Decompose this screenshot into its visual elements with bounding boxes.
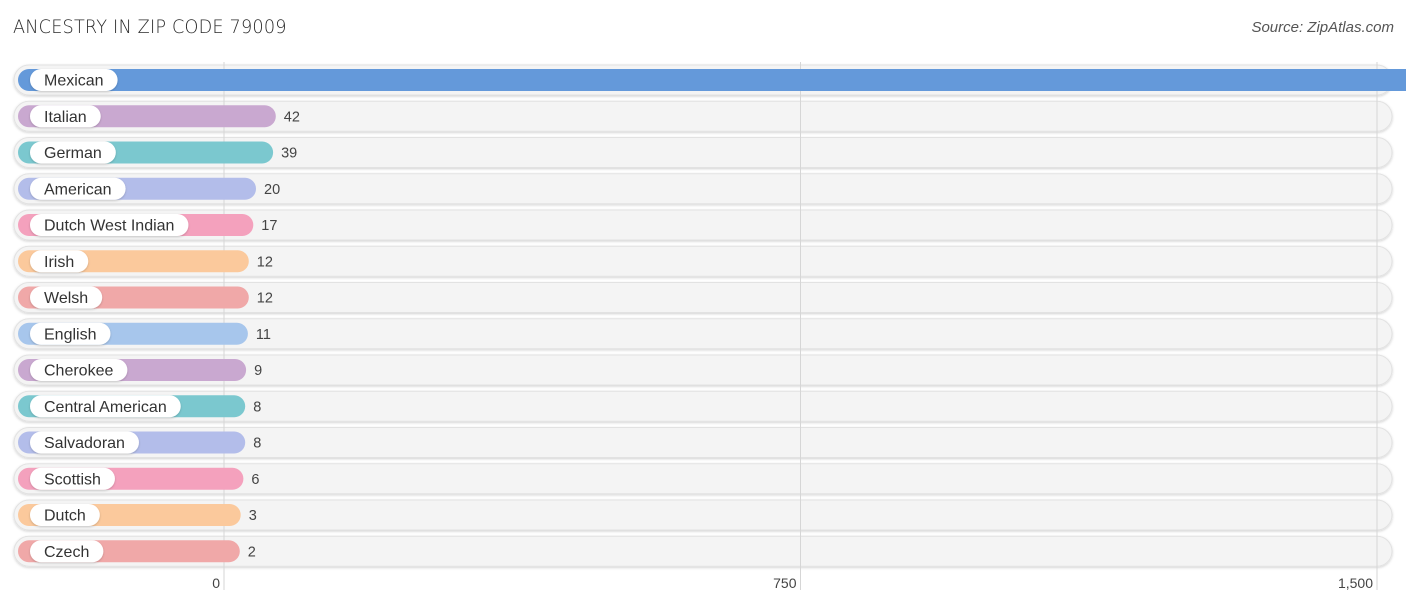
category-label: Cherokee <box>44 363 113 380</box>
value-label: 3 <box>249 508 257 524</box>
category-label: Central American <box>44 399 167 416</box>
category-label: Czech <box>44 544 89 561</box>
bar-row: German 39 <box>18 141 297 164</box>
bar-row: Mexican1,411 <box>18 69 1406 91</box>
category-label: Salvadoran <box>44 435 125 452</box>
category-label: German <box>44 145 102 162</box>
bar-row: Salvadoran 8 <box>18 431 261 454</box>
category-label: English <box>44 326 96 343</box>
bar-row: Welsh 12 <box>18 286 273 309</box>
bar-row: Czech 2 <box>18 540 256 563</box>
bar-row: English 11 <box>18 322 271 345</box>
value-label: 12 <box>257 254 273 270</box>
x-tick-label: 750 <box>773 575 797 591</box>
value-label: 9 <box>254 363 262 379</box>
value-label: 6 <box>251 472 259 488</box>
bar-row: Central American 8 <box>18 395 261 418</box>
category-label: Dutch West Indian <box>44 218 174 235</box>
value-label: 11 <box>256 327 271 343</box>
bar-row: Dutch West Indian 17 <box>18 214 277 236</box>
bar-chart: Mexican1,411Italian42German39American20D… <box>13 62 1406 591</box>
x-tick-label: 0 <box>212 575 220 591</box>
value-label: 39 <box>281 146 297 162</box>
bar-row: Italian 42 <box>18 105 300 128</box>
value-label: 20 <box>264 182 280 198</box>
x-tick-label: 1,500 <box>1338 575 1373 591</box>
value-label: 42 <box>284 109 300 125</box>
bar-row: Cherokee 9 <box>18 359 262 381</box>
value-label: 8 <box>253 399 261 415</box>
category-label: Irish <box>44 254 74 271</box>
value-label: 12 <box>257 291 273 307</box>
category-label: Mexican <box>44 73 104 90</box>
value-label: 17 <box>261 218 277 234</box>
bar-row: American 20 <box>18 177 280 200</box>
category-label: Dutch <box>44 508 86 525</box>
category-label: Welsh <box>44 290 88 307</box>
bar-row: Dutch 3 <box>18 504 257 526</box>
value-label: 8 <box>253 436 261 452</box>
value-label: 2 <box>248 544 256 560</box>
bar[interactable] <box>18 69 1406 91</box>
category-label: Scottish <box>44 471 101 488</box>
bar-row: Scottish 6 <box>18 467 259 490</box>
category-label: Italian <box>44 109 87 126</box>
bar-row: Irish 12 <box>18 250 273 273</box>
category-label: American <box>44 181 112 198</box>
